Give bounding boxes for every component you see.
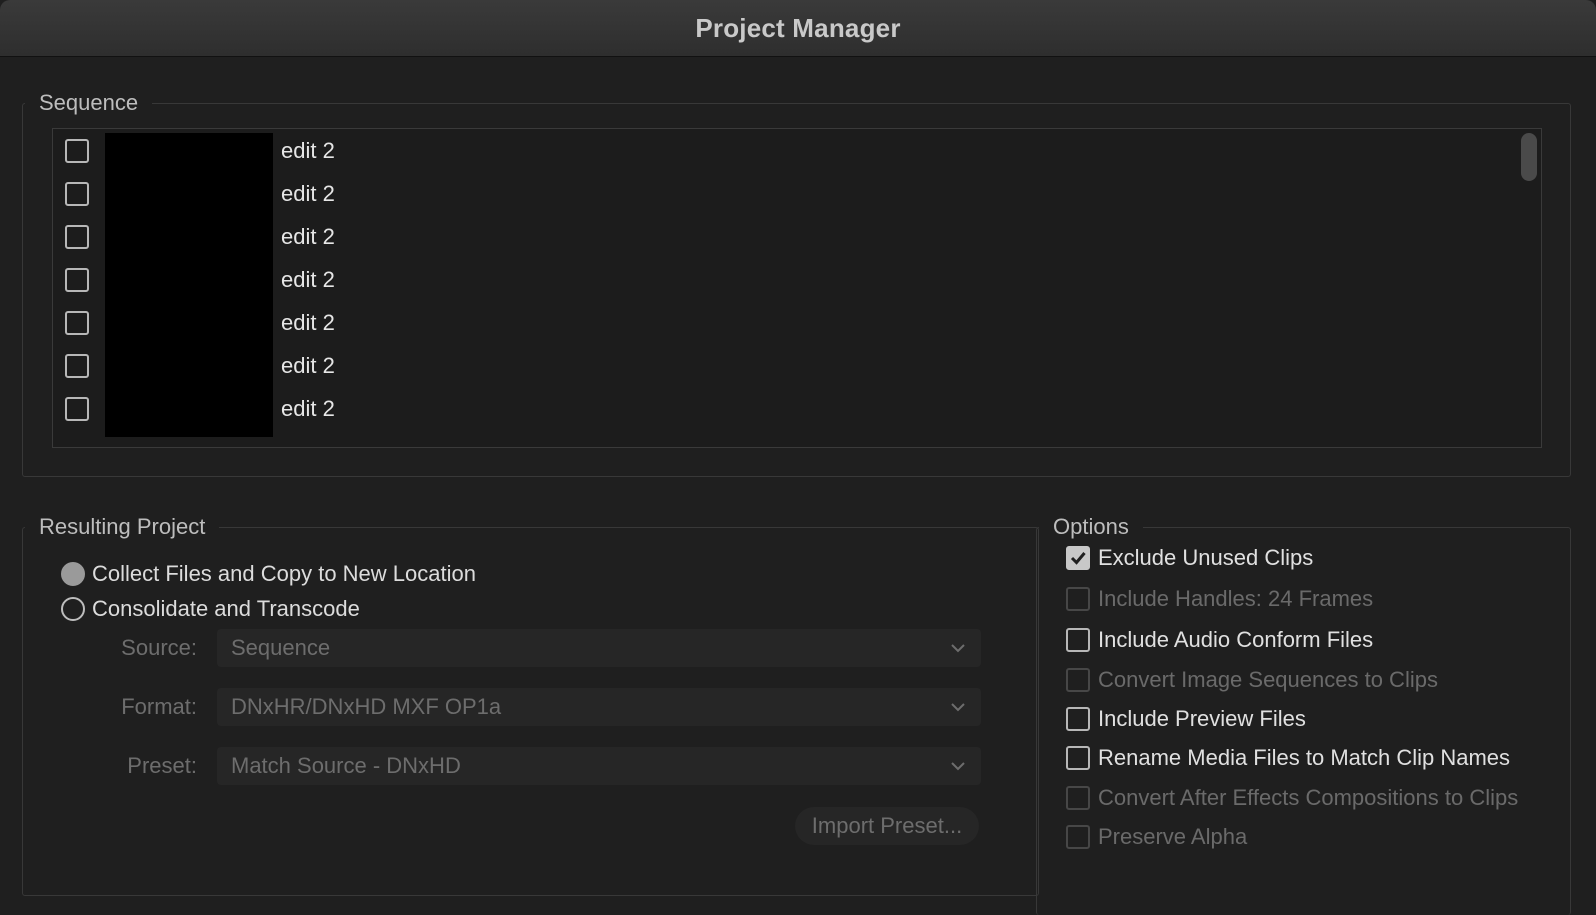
sequence-name: edit 2	[281, 353, 335, 378]
checkbox-icon[interactable]	[1066, 825, 1090, 849]
resulting-project-label: Resulting Project	[39, 514, 206, 539]
preserve-alpha-option[interactable]: Preserve Alpha	[1066, 824, 1247, 850]
include-handles-option[interactable]: Include Handles: 24 Frames	[1066, 586, 1373, 612]
sequence-name: edit 2	[281, 310, 335, 335]
chevron-down-icon	[951, 762, 965, 771]
sequence-checkbox[interactable]	[65, 268, 89, 292]
checkbox-icon[interactable]	[1066, 628, 1090, 652]
include-preview-files-label: Include Preview Files	[1098, 706, 1306, 731]
sequence-row[interactable]: edit 2	[53, 172, 1541, 216]
consolidate-transcode-option[interactable]: Consolidate and Transcode	[61, 596, 360, 622]
sequence-checkbox[interactable]	[65, 397, 89, 421]
format-row: Format: DNxHR/DNxHD MXF OP1a	[62, 688, 996, 726]
include-handles-label: Include Handles: 24 Frames	[1098, 586, 1374, 611]
sequence-name: edit 2	[281, 224, 335, 249]
chevron-down-icon	[951, 644, 965, 653]
sequence-row[interactable]: edit 2	[53, 258, 1541, 302]
sequence-name: edit 2	[281, 267, 335, 292]
sequence-group-label: Sequence	[39, 90, 139, 115]
exclude-unused-clips-option[interactable]: Exclude Unused Clips	[1066, 545, 1313, 571]
checkbox-icon[interactable]	[1066, 746, 1090, 770]
checkbox-icon[interactable]	[1066, 668, 1090, 692]
chevron-down-icon	[951, 703, 965, 712]
source-value: Sequence	[231, 635, 331, 660]
preserve-alpha-label: Preserve Alpha	[1098, 824, 1248, 849]
include-audio-conform-label: Include Audio Conform Files	[1098, 627, 1374, 652]
radio-unselected-icon[interactable]	[61, 597, 85, 621]
checkbox-icon[interactable]	[1066, 786, 1090, 810]
preset-value: Match Source - DNxHD	[231, 753, 461, 778]
format-value: DNxHR/DNxHD MXF OP1a	[231, 694, 502, 719]
source-select[interactable]: Sequence	[217, 629, 981, 667]
radio-selected-icon[interactable]	[61, 562, 85, 586]
rename-media-files-label: Rename Media Files to Match Clip Names	[1098, 745, 1511, 770]
collect-files-label: Collect Files and Copy to New Location	[92, 561, 476, 586]
sequence-row[interactable]: edit 2	[53, 301, 1541, 345]
title-bar[interactable]: Project Manager	[0, 0, 1596, 57]
format-label: Format:	[121, 694, 197, 719]
scrollbar-thumb[interactable]	[1521, 133, 1537, 181]
window-title: Project Manager	[695, 12, 901, 43]
collect-files-option[interactable]: Collect Files and Copy to New Location	[61, 561, 476, 587]
checkbox-icon[interactable]	[1066, 587, 1090, 611]
sequence-name: edit 2	[281, 181, 335, 206]
sequence-name: edit 2	[281, 138, 335, 163]
source-label: Source:	[121, 635, 197, 660]
include-audio-conform-option[interactable]: Include Audio Conform Files	[1066, 627, 1373, 653]
preset-label: Preset:	[127, 753, 197, 778]
convert-ae-compositions-option[interactable]: Convert After Effects Compositions to Cl…	[1066, 785, 1518, 811]
convert-image-sequences-option[interactable]: Convert Image Sequences to Clips	[1066, 667, 1438, 693]
sequence-row[interactable]: edit 2	[53, 215, 1541, 259]
exclude-unused-clips-label: Exclude Unused Clips	[1098, 545, 1314, 570]
sequence-checkbox[interactable]	[65, 182, 89, 206]
options-label: Options	[1053, 514, 1129, 539]
sequence-checkbox[interactable]	[65, 311, 89, 335]
preset-select[interactable]: Match Source - DNxHD	[217, 747, 981, 785]
sequence-list[interactable]: edit 2 edit 2 edit 2 edit 2 edit 2 edit …	[52, 128, 1542, 448]
convert-image-sequences-label: Convert Image Sequences to Clips	[1098, 667, 1438, 692]
convert-ae-compositions-label: Convert After Effects Compositions to Cl…	[1098, 785, 1519, 810]
sequence-checkbox[interactable]	[65, 225, 89, 249]
sequence-scrollbar[interactable]	[1515, 129, 1541, 447]
rename-media-files-option[interactable]: Rename Media Files to Match Clip Names	[1066, 745, 1510, 771]
consolidate-transcode-label: Consolidate and Transcode	[92, 596, 360, 621]
sequence-name: edit 2	[281, 396, 335, 421]
source-row: Source: Sequence	[62, 629, 996, 667]
import-preset-button[interactable]: Import Preset...	[795, 807, 979, 845]
sequence-row[interactable]: edit 2	[53, 387, 1541, 431]
sequence-checkbox[interactable]	[65, 139, 89, 163]
sequence-row[interactable]: edit 2	[53, 129, 1541, 173]
preset-row: Preset: Match Source - DNxHD	[62, 747, 996, 785]
include-preview-files-option[interactable]: Include Preview Files	[1066, 706, 1306, 732]
sequence-row[interactable]: edit 2	[53, 344, 1541, 388]
sequence-checkbox[interactable]	[65, 354, 89, 378]
checkbox-icon[interactable]	[1066, 707, 1090, 731]
checkbox-checked-icon[interactable]	[1066, 546, 1090, 570]
format-select[interactable]: DNxHR/DNxHD MXF OP1a	[217, 688, 981, 726]
